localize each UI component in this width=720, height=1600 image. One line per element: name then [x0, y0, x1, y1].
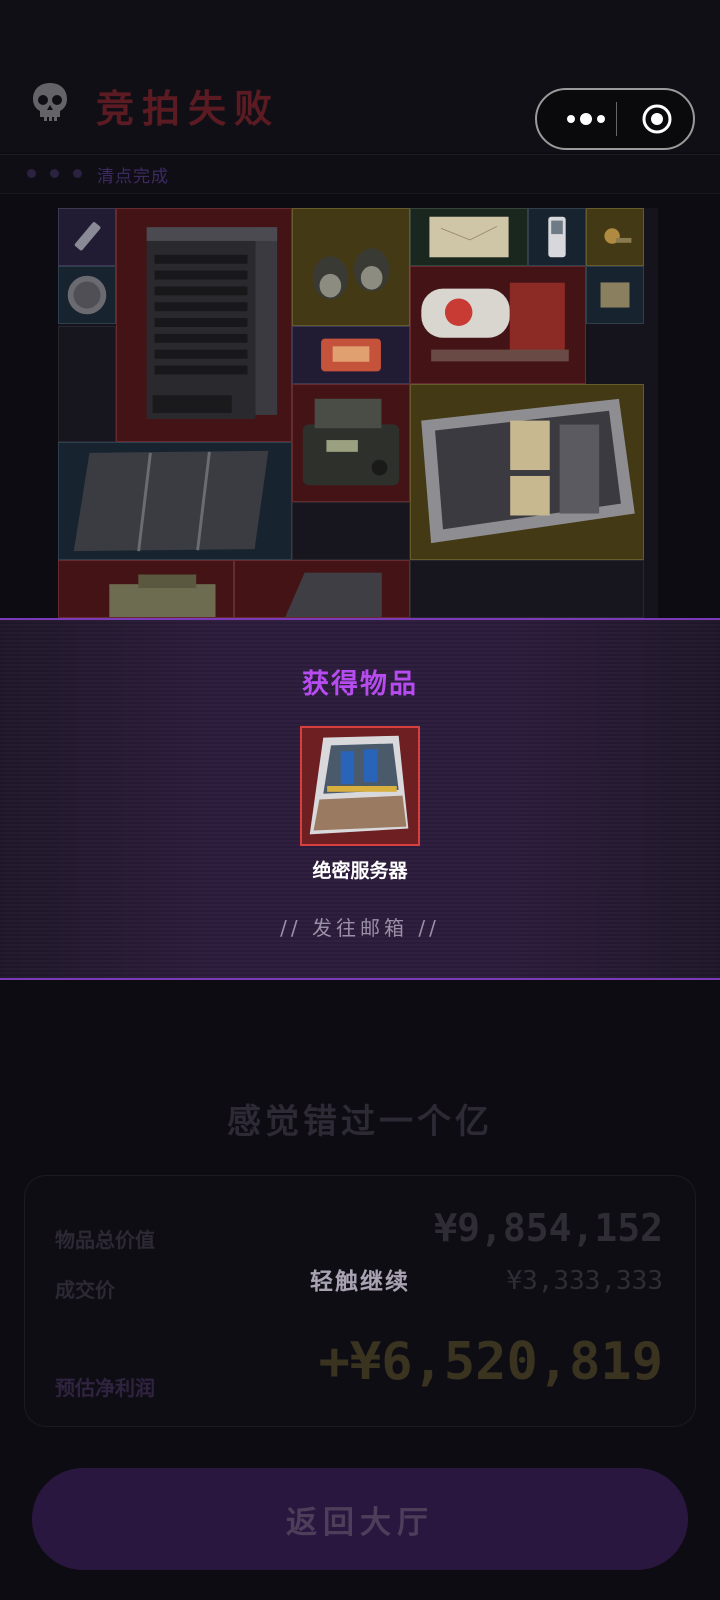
progress-dot [50, 169, 59, 178]
net-profit: +¥6,520,819 [318, 1332, 663, 1392]
capsule-divider [616, 102, 617, 136]
mini-program-capsule [535, 88, 695, 150]
back-to-lobby-label: 返回大厅 [286, 1504, 434, 1540]
more-dots-icon[interactable] [557, 90, 615, 148]
status-row: 清点完成 [0, 155, 720, 193]
regret-message: 感觉错过一个亿 [227, 1102, 493, 1142]
empty-slot [410, 560, 644, 618]
auction-result-title: 竞拍失败 [96, 87, 281, 131]
loot-cell-server-rack [410, 384, 644, 560]
loot-cell-coin [58, 266, 116, 324]
skull-icon [33, 83, 67, 121]
loot-cell-usb-stick [58, 208, 116, 266]
loot-cell-fuel-tank [410, 266, 586, 384]
target-circle-icon[interactable] [641, 103, 673, 135]
server-icon [309, 735, 409, 835]
tap-to-continue-hint[interactable]: 轻触继续 [0, 1262, 720, 1296]
loot-cell-solar-panel [58, 442, 292, 560]
loot-cell-binoculars [292, 208, 410, 326]
loot-cell-toolkit [292, 326, 410, 384]
total-value: ¥9,854,152 [434, 1206, 663, 1250]
loot-cell-ration [586, 266, 644, 324]
sent-to-mailbox-note: // 发往邮箱 // [280, 916, 440, 940]
header-bar: 竞拍失败 [0, 0, 720, 152]
loot-cell-tank [58, 560, 234, 618]
net-profit-label: 预估净利润 [55, 1376, 155, 1400]
empty-slot [58, 326, 116, 442]
obtained-items-panel: 获得物品 绝密服务器 // 发往邮箱 // [0, 618, 720, 980]
progress-dot [73, 169, 82, 178]
loot-cell-phone [528, 208, 586, 266]
loot-cell-keychain [586, 208, 644, 266]
obtained-item-name: 绝密服务器 [312, 860, 408, 882]
progress-dot [27, 169, 36, 178]
loot-cell-radio [292, 384, 410, 502]
profit-summary-card: 物品总价值 ¥9,854,152 成交价 ¥3,333,333 预估净利润 +¥… [24, 1175, 696, 1427]
obtained-items-heading: 获得物品 [302, 669, 418, 700]
status-text: 清点完成 [97, 167, 169, 187]
loot-grid [58, 208, 658, 618]
loot-cell-map [410, 208, 528, 266]
back-to-lobby-button[interactable]: 返回大厅 [32, 1468, 688, 1570]
loot-cell-case [234, 560, 410, 618]
status-divider [0, 193, 720, 194]
obtained-item-card[interactable] [300, 726, 420, 846]
loot-cell-storage-tower [116, 208, 292, 442]
empty-slot [292, 502, 410, 560]
total-value-label: 物品总价值 [55, 1228, 155, 1252]
